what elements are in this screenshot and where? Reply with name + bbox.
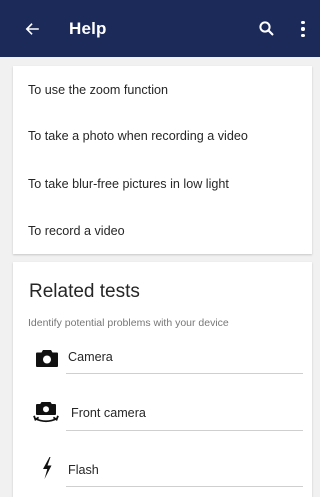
test-item-label: Flash	[68, 463, 99, 477]
divider	[66, 486, 303, 487]
camera-icon	[34, 346, 60, 370]
related-tests-subtitle: Identify potential problems with your de…	[28, 317, 229, 329]
help-topic-zoom[interactable]: To use the zoom function	[28, 83, 168, 97]
search-icon	[259, 21, 274, 36]
help-topics-card: To use the zoom function To take a photo…	[13, 66, 312, 254]
back-button[interactable]	[22, 19, 42, 39]
search-button[interactable]	[257, 19, 277, 39]
related-tests-card: Related tests Identify potential problem…	[13, 262, 312, 497]
app-bar: Help	[0, 0, 320, 57]
divider	[66, 430, 303, 431]
page-title: Help	[69, 18, 107, 38]
arrow-back-icon	[25, 22, 39, 35]
test-item-camera[interactable]: Camera	[13, 346, 312, 386]
front-camera-icon	[32, 401, 60, 425]
test-item-front-camera[interactable]: Front camera	[13, 401, 312, 441]
more-vert-icon	[301, 20, 305, 25]
more-options-button[interactable]	[297, 18, 309, 40]
flash-icon	[40, 456, 54, 480]
related-tests-title: Related tests	[29, 281, 140, 302]
divider	[66, 373, 303, 374]
help-topic-record-video[interactable]: To record a video	[28, 224, 125, 238]
help-topic-photo-while-recording[interactable]: To take a photo when recording a video	[28, 129, 248, 143]
test-item-flash[interactable]: Flash	[13, 456, 312, 496]
help-topic-low-light[interactable]: To take blur-free pictures in low light	[28, 177, 229, 191]
test-item-label: Front camera	[71, 406, 146, 420]
test-item-label: Camera	[68, 350, 113, 364]
